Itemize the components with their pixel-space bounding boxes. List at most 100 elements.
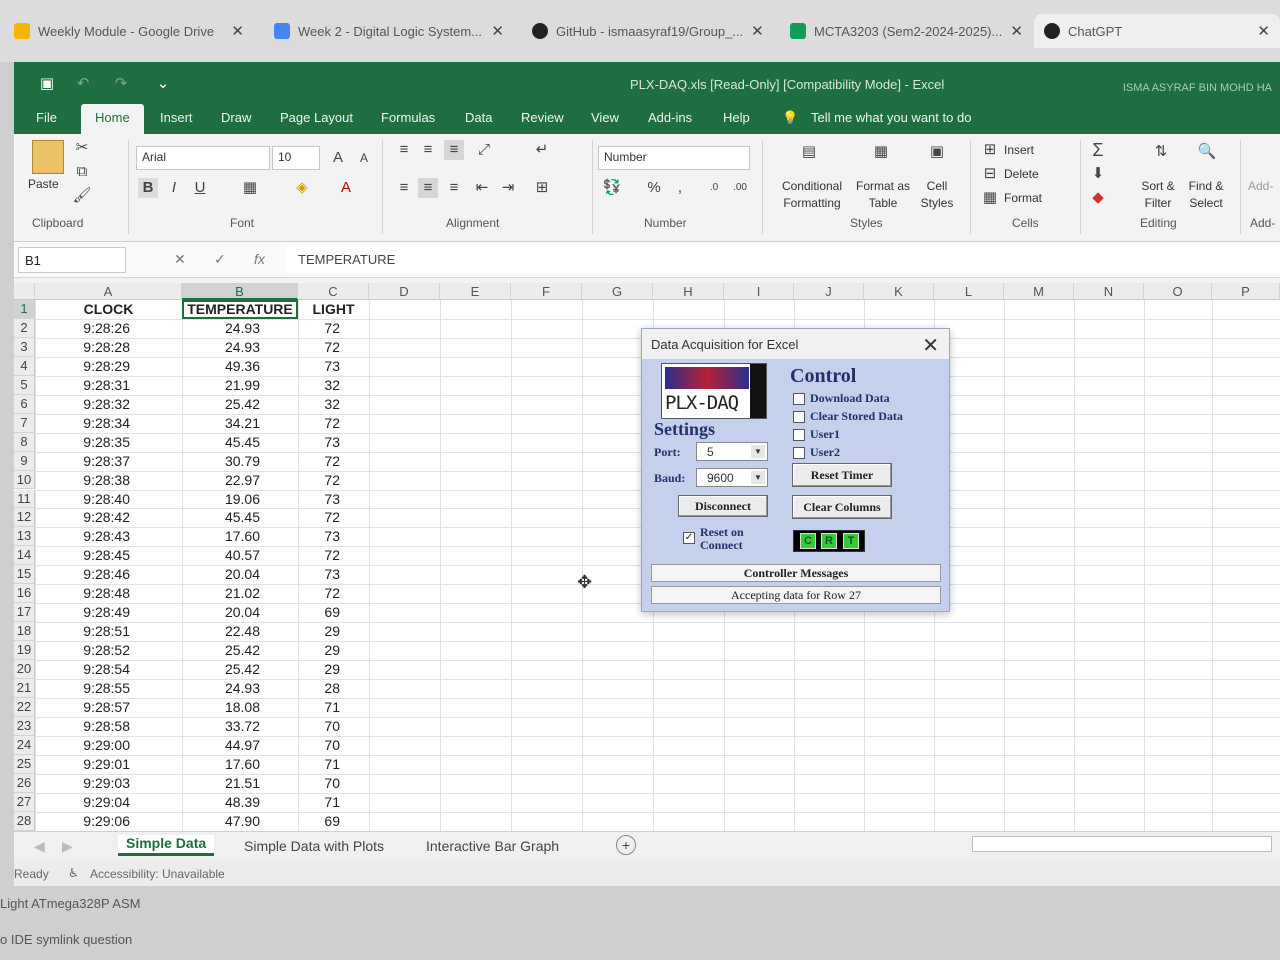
row-header[interactable]: 9 — [14, 451, 35, 471]
column-header-k[interactable]: K — [864, 283, 934, 300]
temperature-cell[interactable]: 24.93 — [182, 339, 260, 355]
light-cell[interactable]: 71 — [298, 756, 340, 772]
undo-icon[interactable]: ↶ — [74, 74, 92, 92]
paste-icon[interactable] — [32, 140, 64, 174]
column-header-i[interactable]: I — [724, 283, 794, 300]
redo-icon[interactable]: ↷ — [112, 74, 130, 92]
light-cell[interactable]: 73 — [298, 358, 340, 374]
customize-quick-access-icon[interactable]: ⌄ — [154, 74, 172, 92]
number-format-select[interactable]: Number — [598, 146, 750, 170]
cell-styles-icon[interactable]: ▣ — [922, 142, 952, 172]
save-icon[interactable]: ▣ — [38, 74, 56, 92]
clock-cell[interactable]: 9:28:38 — [35, 472, 130, 488]
light-cell[interactable]: 70 — [298, 775, 340, 791]
temperature-cell[interactable]: 17.60 — [182, 528, 260, 544]
light-cell[interactable]: 72 — [298, 415, 340, 431]
row-header[interactable]: 3 — [14, 337, 35, 357]
temperature-cell[interactable]: 22.97 — [182, 472, 260, 488]
align-left-icon[interactable]: ≡ — [394, 178, 414, 198]
temperature-cell[interactable]: 21.51 — [182, 775, 260, 791]
dropdown-arrow-icon[interactable]: ▼ — [751, 445, 765, 458]
temperature-cell[interactable]: 22.48 — [182, 623, 260, 639]
row-header[interactable]: 27 — [14, 792, 35, 812]
clock-cell[interactable]: 9:29:01 — [35, 756, 130, 772]
light-cell[interactable]: 72 — [298, 585, 340, 601]
temperature-cell[interactable]: 34.21 — [182, 415, 260, 431]
row-header[interactable]: 7 — [14, 413, 35, 433]
tab-view[interactable]: View — [591, 110, 619, 125]
temperature-cell[interactable]: 44.97 — [182, 737, 260, 753]
temperature-cell[interactable]: 30.79 — [182, 453, 260, 469]
clock-cell[interactable]: 9:28:42 — [35, 509, 130, 525]
light-cell[interactable]: 73 — [298, 434, 340, 450]
light-cell[interactable]: 70 — [298, 737, 340, 753]
name-box[interactable]: B1 — [18, 247, 126, 273]
light-cell[interactable]: 29 — [298, 661, 340, 677]
light-cell[interactable]: 71 — [298, 699, 340, 715]
add-ins-button[interactable]: Add- — [1248, 178, 1273, 195]
port-select[interactable]: 5 ▼ — [696, 442, 768, 461]
temperature-cell[interactable]: 33.72 — [182, 718, 260, 734]
temperature-cell[interactable]: 19.06 — [182, 491, 260, 507]
decrease-decimal-icon[interactable]: .00 — [730, 178, 750, 198]
function-icon[interactable]: fx — [254, 251, 265, 267]
clock-cell[interactable]: 9:29:00 — [35, 737, 130, 753]
increase-font-icon[interactable]: A — [328, 148, 348, 168]
row-header[interactable]: 1 — [14, 300, 35, 319]
row-header[interactable]: 22 — [14, 697, 35, 717]
browser-tab-google-drive[interactable]: Weekly Module - Google Drive ✕ — [4, 14, 254, 48]
browser-tab-chatgpt[interactable]: ChatGPT ✕ — [1034, 14, 1280, 48]
close-icon[interactable]: ✕ — [751, 22, 764, 40]
light-cell[interactable]: 32 — [298, 377, 340, 393]
row-header[interactable]: 6 — [14, 394, 35, 414]
clock-cell[interactable]: 9:28:52 — [35, 642, 130, 658]
select-all-corner[interactable] — [14, 283, 35, 300]
clock-cell[interactable]: 9:28:55 — [35, 680, 130, 696]
clock-cell[interactable]: 9:28:40 — [35, 491, 130, 507]
header-cell-light[interactable]: LIGHT — [298, 301, 369, 317]
tab-formulas[interactable]: Formulas — [381, 110, 435, 125]
row-header[interactable]: 17 — [14, 603, 35, 623]
tab-data[interactable]: Data — [465, 110, 492, 125]
clock-cell[interactable]: 9:28:31 — [35, 377, 130, 393]
font-name-select[interactable]: Arial — [136, 146, 270, 170]
clock-cell[interactable]: 9:28:26 — [35, 320, 130, 336]
browser-tab-mcta[interactable]: MCTA3203 (Sem2-2024-2025)... ✕ — [780, 14, 1030, 48]
borders-icon[interactable]: ▦ — [240, 178, 260, 198]
conditional-formatting-button[interactable]: Conditional Formatting — [772, 178, 852, 212]
close-icon[interactable]: ✕ — [922, 333, 939, 358]
orientation-icon[interactable]: ⤢ — [474, 140, 494, 160]
row-header[interactable]: 12 — [14, 508, 35, 528]
row-header[interactable]: 18 — [14, 622, 35, 642]
sheet-tab-simple-data[interactable]: Simple Data — [118, 835, 215, 856]
browser-tab-github[interactable]: GitHub - ismaasyraf19/Group_... ✕ — [522, 14, 772, 48]
close-icon[interactable]: ✕ — [231, 22, 244, 40]
add-sheet-icon[interactable]: + — [616, 835, 636, 855]
column-header-f[interactable]: F — [511, 283, 582, 300]
light-cell[interactable]: 70 — [298, 718, 340, 734]
browser-tab-week2[interactable]: Week 2 - Digital Logic System... ✕ — [264, 14, 514, 48]
column-header-c[interactable]: C — [298, 283, 369, 300]
italic-button[interactable]: I — [164, 178, 184, 198]
formula-input[interactable]: TEMPERATURE — [286, 247, 1280, 273]
clock-cell[interactable]: 9:28:35 — [35, 434, 130, 450]
light-cell[interactable]: 73 — [298, 491, 340, 507]
cancel-icon[interactable]: ✕ — [174, 251, 186, 268]
fill-color-icon[interactable]: ◈ — [292, 178, 312, 198]
tab-page-layout[interactable]: Page Layout — [280, 110, 353, 125]
download-data-checkbox[interactable] — [793, 393, 805, 405]
column-header-j[interactable]: J — [794, 283, 864, 300]
reset-timer-button[interactable]: Reset Timer — [792, 463, 892, 487]
temperature-cell[interactable]: 24.93 — [182, 680, 260, 696]
tab-draw[interactable]: Draw — [221, 110, 251, 125]
tab-add-ins[interactable]: Add-ins — [648, 110, 692, 125]
row-header[interactable]: 21 — [14, 679, 35, 698]
light-cell[interactable]: 72 — [298, 453, 340, 469]
light-cell[interactable]: 71 — [298, 794, 340, 810]
close-icon[interactable]: ✕ — [1257, 22, 1270, 40]
sort-filter-button[interactable]: Sort & Filter — [1136, 178, 1180, 212]
delete-cells-button[interactable]: Delete — [1004, 166, 1039, 183]
insert-cells-button[interactable]: Insert — [1004, 142, 1034, 159]
wrap-text-icon[interactable]: ↵ — [532, 140, 552, 160]
dropdown-arrow-icon[interactable]: ▼ — [751, 471, 765, 484]
